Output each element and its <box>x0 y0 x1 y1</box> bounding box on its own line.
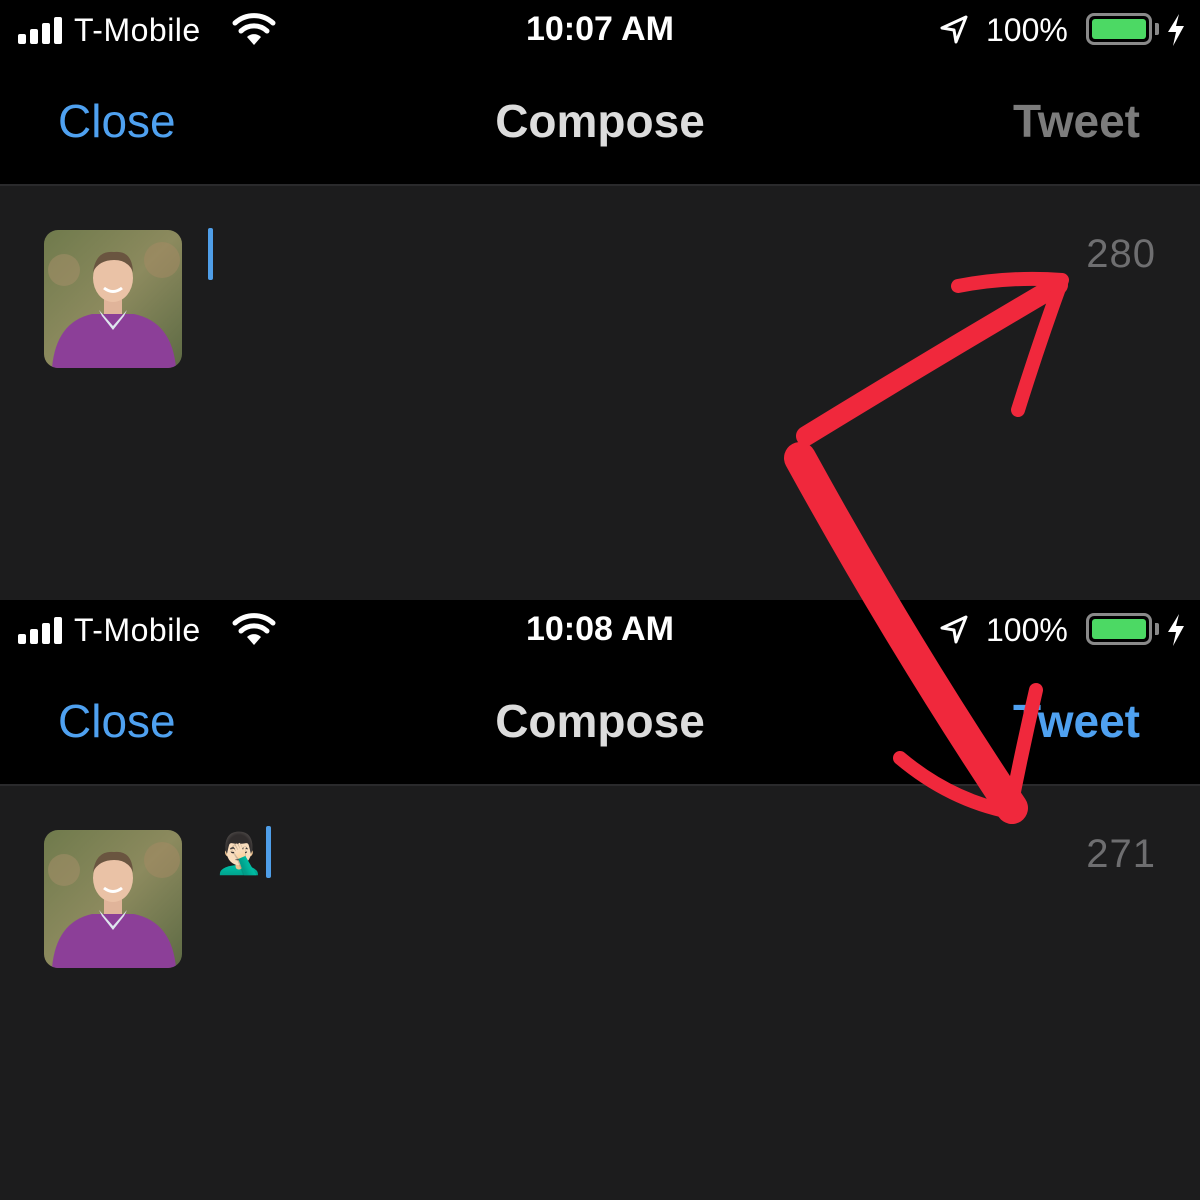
text-cursor <box>266 826 271 878</box>
status-bar: T-Mobile 10:07 AM 100% <box>0 0 1200 64</box>
location-arrow-icon <box>940 15 968 44</box>
status-bar: T-Mobile 10:08 AM 100% <box>0 600 1200 664</box>
compose-screen-after: T-Mobile 10:08 AM 100% Close Compose Twe… <box>0 600 1200 1200</box>
battery-icon <box>1086 613 1152 645</box>
avatar[interactable] <box>44 230 182 368</box>
tweet-button[interactable]: Tweet <box>1013 94 1140 148</box>
battery-nub <box>1155 623 1159 635</box>
text-cursor <box>208 228 213 280</box>
tweet-text[interactable]: 🤦🏻‍♂️ <box>214 832 264 876</box>
character-counter: 280 <box>1086 232 1156 276</box>
battery-nub <box>1155 23 1159 35</box>
battery-percentage: 100% <box>986 612 1068 648</box>
navigation-bar: Close Compose Tweet <box>0 664 1200 786</box>
location-arrow-icon <box>940 615 968 644</box>
charging-bolt-icon <box>1168 614 1184 646</box>
battery-percentage: 100% <box>986 12 1068 48</box>
charging-bolt-icon <box>1168 14 1184 46</box>
battery-icon <box>1086 13 1152 45</box>
navigation-bar: Close Compose Tweet <box>0 64 1200 186</box>
avatar[interactable] <box>44 830 182 968</box>
compose-screen-before: T-Mobile 10:07 AM 100% Close Compose Twe… <box>0 0 1200 600</box>
tweet-button[interactable]: Tweet <box>1013 694 1140 748</box>
character-counter: 271 <box>1086 832 1156 876</box>
